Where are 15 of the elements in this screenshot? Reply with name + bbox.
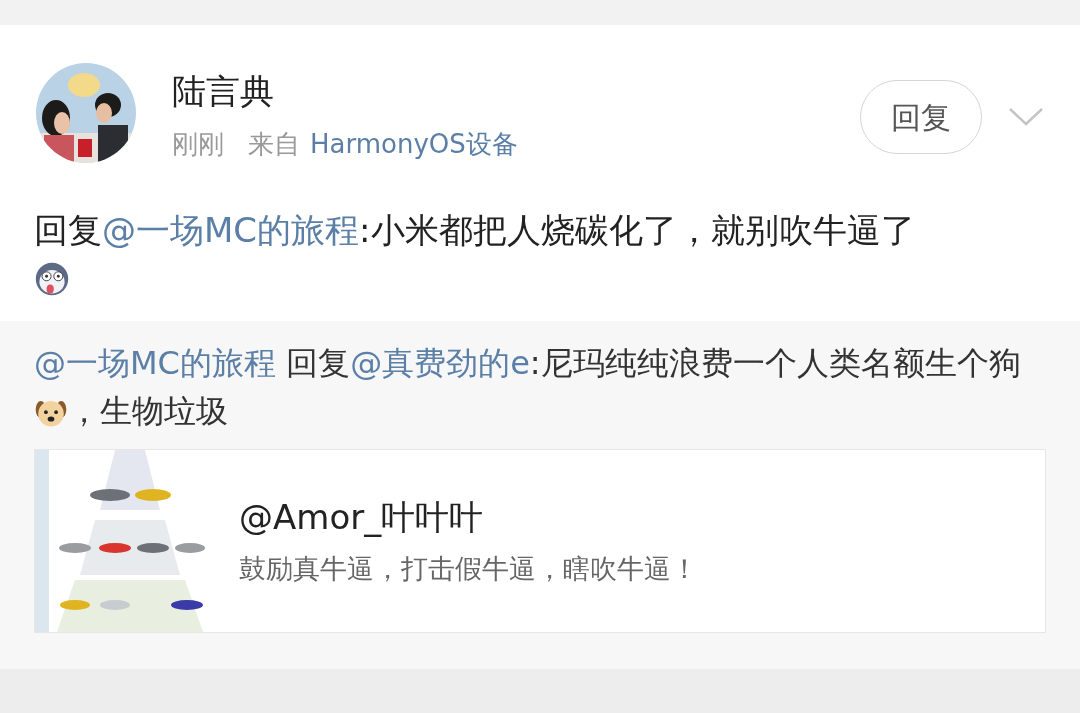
link-card[interactable]: @Amor_叶叶叶 鼓励真牛逼，打击假牛逼，瞎吹牛逼！ [34, 449, 1046, 633]
post-time: 刚刚 [172, 128, 224, 161]
post-text: 回复@一场MC的旅程:小米都把人烧碳化了，就别吹牛逼了 [33, 209, 916, 252]
husky-sticker-icon [34, 261, 70, 297]
card-subtitle: 鼓励真牛逼，打击假牛逼，瞎吹牛逼！ [239, 552, 698, 586]
repost-text: @一场MC的旅程 回复@真费劲的e:尼玛纯纯浪费一个人类名额生个狗 ，生物垃圾 [34, 343, 1022, 432]
source-link[interactable]: HarmonyOS设备 [310, 127, 518, 161]
source-label: 来自 [248, 128, 300, 161]
mention-link[interactable]: @一场MC的旅程 [102, 210, 360, 250]
card-title: @Amor_叶叶叶 [239, 496, 485, 539]
reply-button[interactable]: 回复 [860, 80, 982, 154]
chevron-down-icon[interactable] [1008, 107, 1044, 127]
author-name[interactable]: 陆言典 [172, 69, 860, 113]
mention-link[interactable]: @真费劲的e [350, 344, 530, 382]
mention-link[interactable]: @一场MC的旅程 [34, 344, 276, 382]
